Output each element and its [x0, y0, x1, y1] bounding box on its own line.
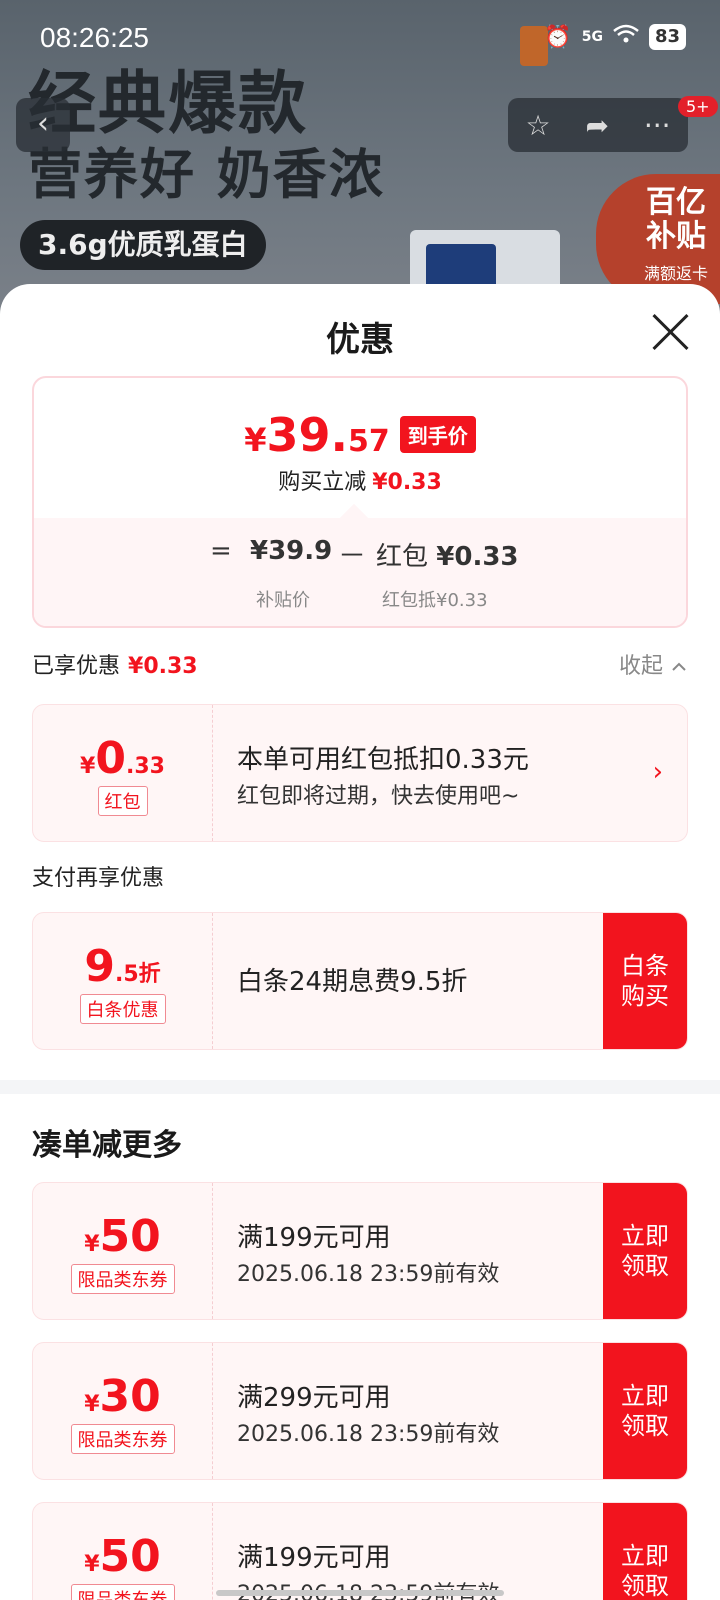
subsidy-price-label: 补贴价: [256, 590, 310, 611]
redpacket-value: ¥0.33: [33, 733, 212, 784]
coupon-chip: 限品类东券: [70, 1264, 175, 1294]
coupon-int: 50: [99, 1531, 161, 1582]
discount-sheet: 优惠 ¥39.57 到手价 购买立减 ¥0.33 = ¥39.9 － 红包 ¥0.3…: [0, 284, 720, 1600]
coupon-card: ¥30 限品类东券 满299元可用 2025.06.18 23:59前有效 立即…: [32, 1342, 688, 1480]
coupon-value: ¥50: [33, 1531, 212, 1582]
status-time: 08:26:25: [40, 22, 149, 53]
baitiao-card: 9.5折 白条优惠 白条24期息费9.5折 白条 购买: [32, 912, 688, 1050]
pay-section-label: 支付再享优惠: [32, 866, 165, 891]
notification-badge: 5+: [678, 96, 718, 117]
coupon-chip: 限品类东券: [70, 1424, 175, 1454]
final-price: ¥39.57 到手价: [34, 408, 686, 462]
alarm-icon: ⏰: [544, 24, 572, 50]
collapse-label: 收起: [618, 654, 663, 679]
coupon-expiry: 2025.06.18 23:59前有效: [237, 1576, 499, 1600]
coupon-chip: 限品类东券: [70, 1584, 175, 1600]
coupon-value: ¥50: [33, 1211, 212, 1262]
baitiao-chip: 白条优惠: [79, 994, 166, 1024]
enjoyed-label: 已享优惠: [32, 654, 121, 679]
wifi-icon: [613, 24, 639, 50]
redpacket-int: 0: [95, 733, 126, 784]
share-icon[interactable]: ➦: [585, 109, 608, 142]
claim-coupon-button[interactable]: 立即 领取: [603, 1183, 687, 1319]
coupon-condition: 满199元可用: [237, 1223, 391, 1253]
sheet-title: 优惠: [326, 320, 394, 360]
star-icon[interactable]: ☆: [525, 109, 550, 142]
enjoyed-discount: 已享优惠 ¥0.33: [32, 648, 198, 680]
home-indicator[interactable]: [216, 1590, 504, 1596]
coupon-sym: ¥: [84, 1552, 100, 1577]
top-action-group: ☆ ➦ ···: [508, 98, 688, 152]
reduction-label: 购买立减: [278, 470, 367, 495]
equals-sign: =: [210, 536, 232, 566]
redpacket-chip: 红包: [97, 786, 148, 816]
redpacket-sym: ¥: [80, 754, 96, 779]
final-price-tag: 到手价: [399, 416, 476, 453]
coupon-condition: 满199元可用: [237, 1543, 391, 1573]
coupon-value: ¥30: [33, 1371, 212, 1422]
coupon-card: ¥50 限品类东券 满199元可用 2025.06.18 23:59前有效 立即…: [32, 1182, 688, 1320]
banner-subheadline: 营养好 奶香浓: [28, 143, 385, 206]
enjoyed-amount: ¥0.33: [128, 654, 198, 679]
redpacket-text: 红包: [376, 542, 429, 572]
coupon-condition: 满299元可用: [237, 1383, 391, 1413]
coupon-int: 30: [99, 1371, 161, 1422]
baitiao-dec: .5折: [114, 962, 161, 987]
subsidy-badge-subtitle: 满额返卡: [643, 264, 708, 283]
coupon-expiry: 2025.06.18 23:59前有效: [237, 1422, 500, 1447]
baitiao-line1: 白条24期息费9.5折: [237, 967, 468, 997]
collapse-button[interactable]: 收起: [619, 648, 688, 680]
reduction-amount: ¥0.33: [372, 470, 442, 495]
currency-symbol: ¥: [244, 421, 267, 459]
baitiao-buy-button[interactable]: 白条 购买: [603, 913, 687, 1049]
instant-reduction: 购买立减 ¥0.33: [34, 464, 686, 496]
claim-coupon-button[interactable]: 立即 领取: [603, 1343, 687, 1479]
section-divider: [0, 1080, 720, 1094]
coupon-sym: ¥: [84, 1392, 100, 1417]
subsidy-badge-title: 百亿 补贴: [646, 185, 706, 254]
redpacket-amount: ¥0.33: [436, 542, 519, 572]
protein-pill: 3.6g优质乳蛋白: [20, 220, 266, 270]
coupon-card: ¥50 限品类东券 满199元可用 2025.06.18 23:59前有效 立即…: [32, 1502, 688, 1600]
final-price-int: 39.: [266, 408, 349, 462]
status-icons: ⏰ 5G 83: [544, 24, 686, 50]
redpacket-line1: 本单可用红包抵扣0.33元: [237, 745, 529, 775]
redpacket-label: 红包抵¥0.33: [382, 590, 488, 611]
redpacket-deduction: 红包 ¥0.33: [376, 536, 519, 573]
chevron-up-icon: [672, 662, 686, 671]
redpacket-card[interactable]: ¥0.33 红包 本单可用红包抵扣0.33元 红包即将过期，快去使用吧~ ›: [32, 704, 688, 842]
coupon-expiry: 2025.06.18 23:59前有效: [237, 1262, 500, 1287]
more-icon[interactable]: ···: [644, 109, 671, 142]
minus-sign: －: [338, 539, 367, 572]
chevron-left-icon: ‹: [37, 106, 49, 141]
subsidy-price: ¥39.9: [250, 536, 333, 566]
redpacket-dec: .33: [125, 754, 165, 779]
coupon-sym: ¥: [84, 1232, 100, 1257]
final-price-dec: 57: [348, 424, 390, 459]
coupon-int: 50: [99, 1211, 161, 1262]
redpacket-line2: 红包即将过期，快去使用吧~: [237, 784, 520, 809]
claim-coupon-button[interactable]: 立即 领取: [603, 1503, 687, 1600]
more-discount-title: 凑单减更多: [32, 1128, 182, 1163]
back-button[interactable]: ‹: [16, 98, 70, 152]
price-summary: ¥39.57 到手价 购买立减 ¥0.33 = ¥39.9 － 红包 ¥0.33 补…: [32, 376, 688, 628]
signal-icon: 5G: [581, 29, 603, 45]
battery-indicator: 83: [648, 24, 686, 50]
close-icon[interactable]: [650, 312, 690, 352]
baitiao-value: 9.5折: [33, 941, 212, 992]
status-bar: 08:26:25 ⏰ 5G 83: [0, 0, 720, 80]
baitiao-int: 9: [84, 941, 115, 992]
chevron-right-icon: ›: [652, 757, 663, 787]
price-breakdown: = ¥39.9 － 红包 ¥0.33 补贴价 红包抵¥0.33: [34, 503, 686, 626]
